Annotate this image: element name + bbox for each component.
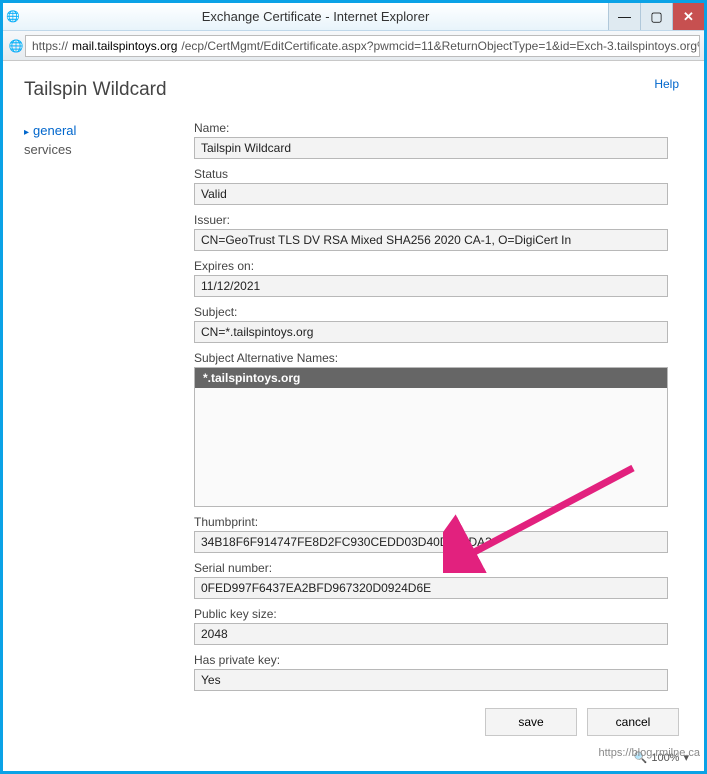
form: Name: Tailspin Wildcard Status Valid Iss… — [194, 121, 683, 699]
ie-icon: 🌐 — [3, 10, 23, 23]
label-subject: Subject: — [194, 305, 668, 319]
value-subject: CN=*.tailspintoys.org — [194, 321, 668, 343]
label-pubkey: Public key size: — [194, 607, 668, 621]
url-path: /ecp/CertMgmt/EditCertificate.aspx?pwmci… — [181, 36, 700, 56]
label-serial: Serial number: — [194, 561, 668, 575]
label-status: Status — [194, 167, 668, 181]
value-status: Valid — [194, 183, 668, 205]
value-pubkey: 2048 — [194, 623, 668, 645]
field-name: Name: Tailspin Wildcard — [194, 121, 668, 159]
value-name: Tailspin Wildcard — [194, 137, 668, 159]
value-expires: 11/12/2021 — [194, 275, 668, 297]
field-privkey: Has private key: Yes — [194, 653, 668, 691]
value-issuer: CN=GeoTrust TLS DV RSA Mixed SHA256 2020… — [194, 229, 668, 251]
field-expires: Expires on: 11/12/2021 — [194, 259, 668, 297]
value-thumbprint: 34B18F6F914747FE8D2FC930CEDD03D40D190DA3 — [194, 531, 668, 553]
minimize-button[interactable]: — — [608, 3, 640, 30]
button-row: save cancel — [485, 708, 679, 736]
url-domain: mail.tailspintoys.org — [72, 36, 177, 56]
field-pubkey: Public key size: 2048 — [194, 607, 668, 645]
san-item[interactable]: *.tailspintoys.org — [195, 368, 667, 388]
label-thumbprint: Thumbprint: — [194, 515, 668, 529]
label-san: Subject Alternative Names: — [194, 351, 668, 365]
label-issuer: Issuer: — [194, 213, 668, 227]
window-controls: — ▢ ✕ — [608, 3, 704, 30]
address-bar: 🌐 https://mail.tailspintoys.org/ecp/Cert… — [3, 31, 704, 61]
field-subject: Subject: CN=*.tailspintoys.org — [194, 305, 668, 343]
watermark: https://blog.rmilne.ca — [599, 747, 701, 759]
field-san: Subject Alternative Names: *.tailspintoy… — [194, 351, 668, 507]
close-button[interactable]: ✕ — [672, 3, 704, 30]
window-title: Exchange Certificate - Internet Explorer — [23, 9, 608, 24]
sidebar: general services — [24, 121, 194, 699]
cancel-button[interactable]: cancel — [587, 708, 679, 736]
value-privkey: Yes — [194, 669, 668, 691]
page-title: Tailspin Wildcard — [24, 79, 683, 101]
url-input[interactable]: https://mail.tailspintoys.org/ecp/CertMg… — [25, 35, 700, 57]
save-button[interactable]: save — [485, 708, 577, 736]
field-serial: Serial number: 0FED997F6437EA2BFD967320D… — [194, 561, 668, 599]
san-list[interactable]: *.tailspintoys.org — [194, 367, 668, 507]
page-icon: 🌐 — [7, 39, 25, 53]
layout: general services Name: Tailspin Wildcard… — [24, 121, 683, 699]
label-expires: Expires on: — [194, 259, 668, 273]
field-status: Status Valid — [194, 167, 668, 205]
field-thumbprint: Thumbprint: 34B18F6F914747FE8D2FC930CEDD… — [194, 515, 668, 553]
value-serial: 0FED997F6437EA2BFD967320D0924D6E — [194, 577, 668, 599]
nav-general[interactable]: general — [24, 121, 194, 140]
titlebar: 🌐 Exchange Certificate - Internet Explor… — [3, 3, 704, 31]
help-link[interactable]: Help — [654, 77, 679, 91]
maximize-button[interactable]: ▢ — [640, 3, 672, 30]
label-privkey: Has private key: — [194, 653, 668, 667]
url-prefix: https:// — [32, 36, 68, 56]
label-name: Name: — [194, 121, 668, 135]
nav-services[interactable]: services — [24, 140, 194, 159]
field-issuer: Issuer: CN=GeoTrust TLS DV RSA Mixed SHA… — [194, 213, 668, 251]
content-area: Help Tailspin Wildcard general services … — [6, 63, 701, 768]
